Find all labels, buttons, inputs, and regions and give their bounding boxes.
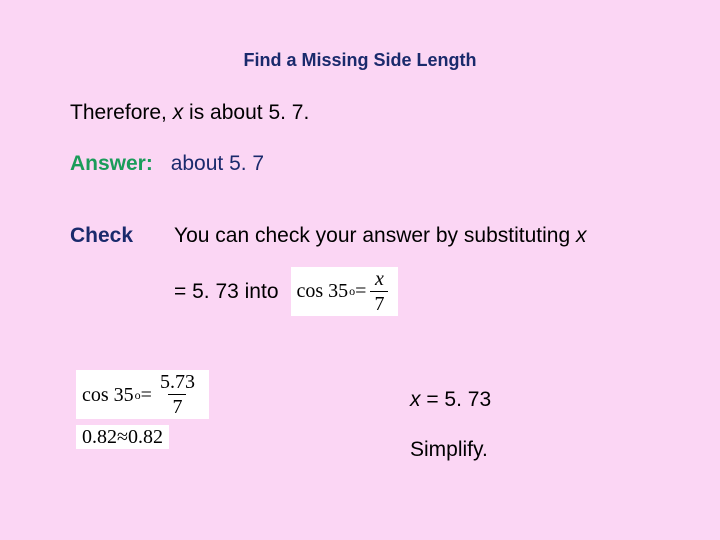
therefore-post: is about 5. 7. — [183, 101, 309, 124]
therefore-var: x — [173, 101, 184, 124]
lf1-den: 7 — [168, 394, 186, 417]
check-text: You can check your answer by substitutin… — [174, 222, 650, 249]
answer-value: about 5. 7 — [171, 152, 264, 175]
lf1-mid: = — [141, 385, 152, 405]
check-text-var: x — [576, 224, 587, 247]
lf1-lhs: cos 35 — [82, 385, 134, 405]
lf2-approx: ≈ — [117, 427, 128, 447]
right-block: x = 5. 73 Simplify. — [410, 388, 491, 462]
check-label: Check — [70, 222, 174, 249]
inline-formula-den: 7 — [370, 291, 388, 314]
answer-row: Answer: about 5. 7 — [70, 150, 650, 177]
lf1-frac: 5.73 7 — [156, 372, 199, 417]
therefore-line: Therefore, x is about 5. 7. — [70, 99, 650, 126]
answer-label: Answer: — [70, 152, 153, 175]
right-eq-rest: = 5. 73 — [421, 388, 492, 411]
right-simplify: Simplify. — [410, 438, 491, 462]
check-row: Check You can check your answer by subst… — [70, 222, 650, 249]
check-eq-text: = 5. 73 into — [174, 278, 279, 305]
inline-formula-lhs: cos 35 — [297, 281, 349, 301]
inline-formula-frac: x 7 — [370, 269, 388, 314]
right-eq-var: x — [410, 388, 421, 411]
check-eq-line: = 5. 73 into cos 35o = x 7 — [174, 267, 650, 316]
slide-title: Find a Missing Side Length — [70, 50, 650, 71]
lf2-rhs: 0.82 — [128, 427, 163, 447]
right-eq: x = 5. 73 — [410, 388, 491, 412]
inline-formula-mid: = — [355, 281, 366, 301]
inline-formula-num: x — [371, 269, 388, 291]
left-formula-1: cos 35o = 5.73 7 — [76, 370, 209, 419]
therefore-pre: Therefore, — [70, 101, 173, 124]
lf2-lhs: 0.82 — [82, 427, 117, 447]
inline-formula: cos 35o = x 7 — [291, 267, 399, 316]
left-formula-stack: cos 35o = 5.73 7 0.82 ≈ 0.82 — [76, 370, 209, 449]
lf1-num: 5.73 — [156, 372, 199, 394]
check-text-pre: You can check your answer by substitutin… — [174, 224, 576, 247]
left-formula-2: 0.82 ≈ 0.82 — [76, 425, 169, 449]
